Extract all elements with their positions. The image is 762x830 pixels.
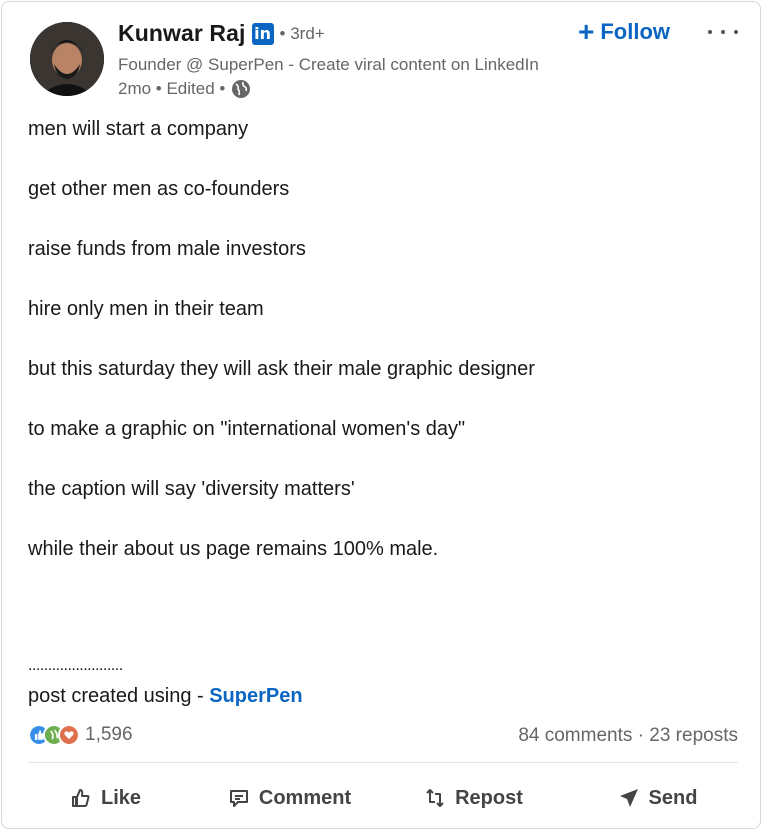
author-headline: Founder @ SuperPen - Create viral conten… xyxy=(118,55,539,74)
post-line: while their about us page remains 100% m… xyxy=(28,538,439,560)
post-line: hire only men in their team xyxy=(28,298,264,320)
globe-icon xyxy=(232,80,251,98)
dot xyxy=(721,30,725,34)
post-line: but this saturday they will ask their ma… xyxy=(28,358,535,380)
author-avatar[interactable] xyxy=(30,22,104,96)
more-options-icon[interactable] xyxy=(708,20,738,44)
post-line: raise funds from male investors xyxy=(28,238,306,260)
dot xyxy=(708,30,712,34)
post-time-edited: 2mo • Edited • xyxy=(118,79,226,98)
like-label: Like xyxy=(100,786,142,809)
engagement-stats: 84 comments · 23 reposts xyxy=(518,725,738,747)
follow-label: Follow xyxy=(600,19,671,44)
post-line: to make a graphic on "international wome… xyxy=(28,418,466,440)
repost-button[interactable]: Repost xyxy=(388,774,558,822)
comments-count[interactable]: 84 comments xyxy=(518,725,632,746)
plus-icon: + xyxy=(578,16,595,47)
dot xyxy=(734,30,738,34)
comment-label: Comment xyxy=(258,786,352,809)
love-reaction-icon xyxy=(58,724,80,746)
linkedin-premium-icon: in xyxy=(251,22,274,45)
comment-button[interactable]: Comment xyxy=(204,774,374,822)
avatar-image xyxy=(30,22,104,96)
post-line: men will start a company xyxy=(28,118,249,140)
action-bar: Like Comment Repost Send xyxy=(20,774,742,824)
thumbs-up-icon xyxy=(71,789,90,807)
post-card: Kunwar Raj in • 3rd+ Founder @ SuperPen … xyxy=(1,1,761,829)
post-line: the caption will say 'diversity matters' xyxy=(28,478,355,500)
actions-divider xyxy=(28,762,738,763)
follow-button[interactable]: + Follow xyxy=(578,18,670,46)
send-label: Send xyxy=(648,786,698,809)
author-row: Kunwar Raj in • 3rd+ xyxy=(118,20,325,47)
connection-degree: • 3rd+ xyxy=(279,23,325,43)
credit-prefix: post created using - xyxy=(28,685,210,707)
like-button[interactable]: Like xyxy=(20,774,190,822)
repost-label: Repost xyxy=(455,786,523,809)
reaction-count: 1,596 xyxy=(85,724,133,745)
separator: · xyxy=(632,725,650,746)
credit-line: post created using - SuperPen xyxy=(28,685,303,708)
superpen-link[interactable]: SuperPen xyxy=(209,685,302,707)
separator-dots: ........................ xyxy=(28,657,123,674)
reactions-summary[interactable]: 1,596 xyxy=(28,724,133,746)
send-icon xyxy=(619,789,638,807)
comment-icon xyxy=(229,790,248,807)
repost-icon xyxy=(426,789,444,807)
post-text: men will start a company get other men a… xyxy=(28,116,728,596)
send-button[interactable]: Send xyxy=(572,774,742,822)
reposts-count[interactable]: 23 reposts xyxy=(649,725,738,746)
post-meta: 2mo • Edited • xyxy=(118,79,251,99)
author-name[interactable]: Kunwar Raj xyxy=(118,20,246,47)
post-line: get other men as co-founders xyxy=(28,178,290,200)
